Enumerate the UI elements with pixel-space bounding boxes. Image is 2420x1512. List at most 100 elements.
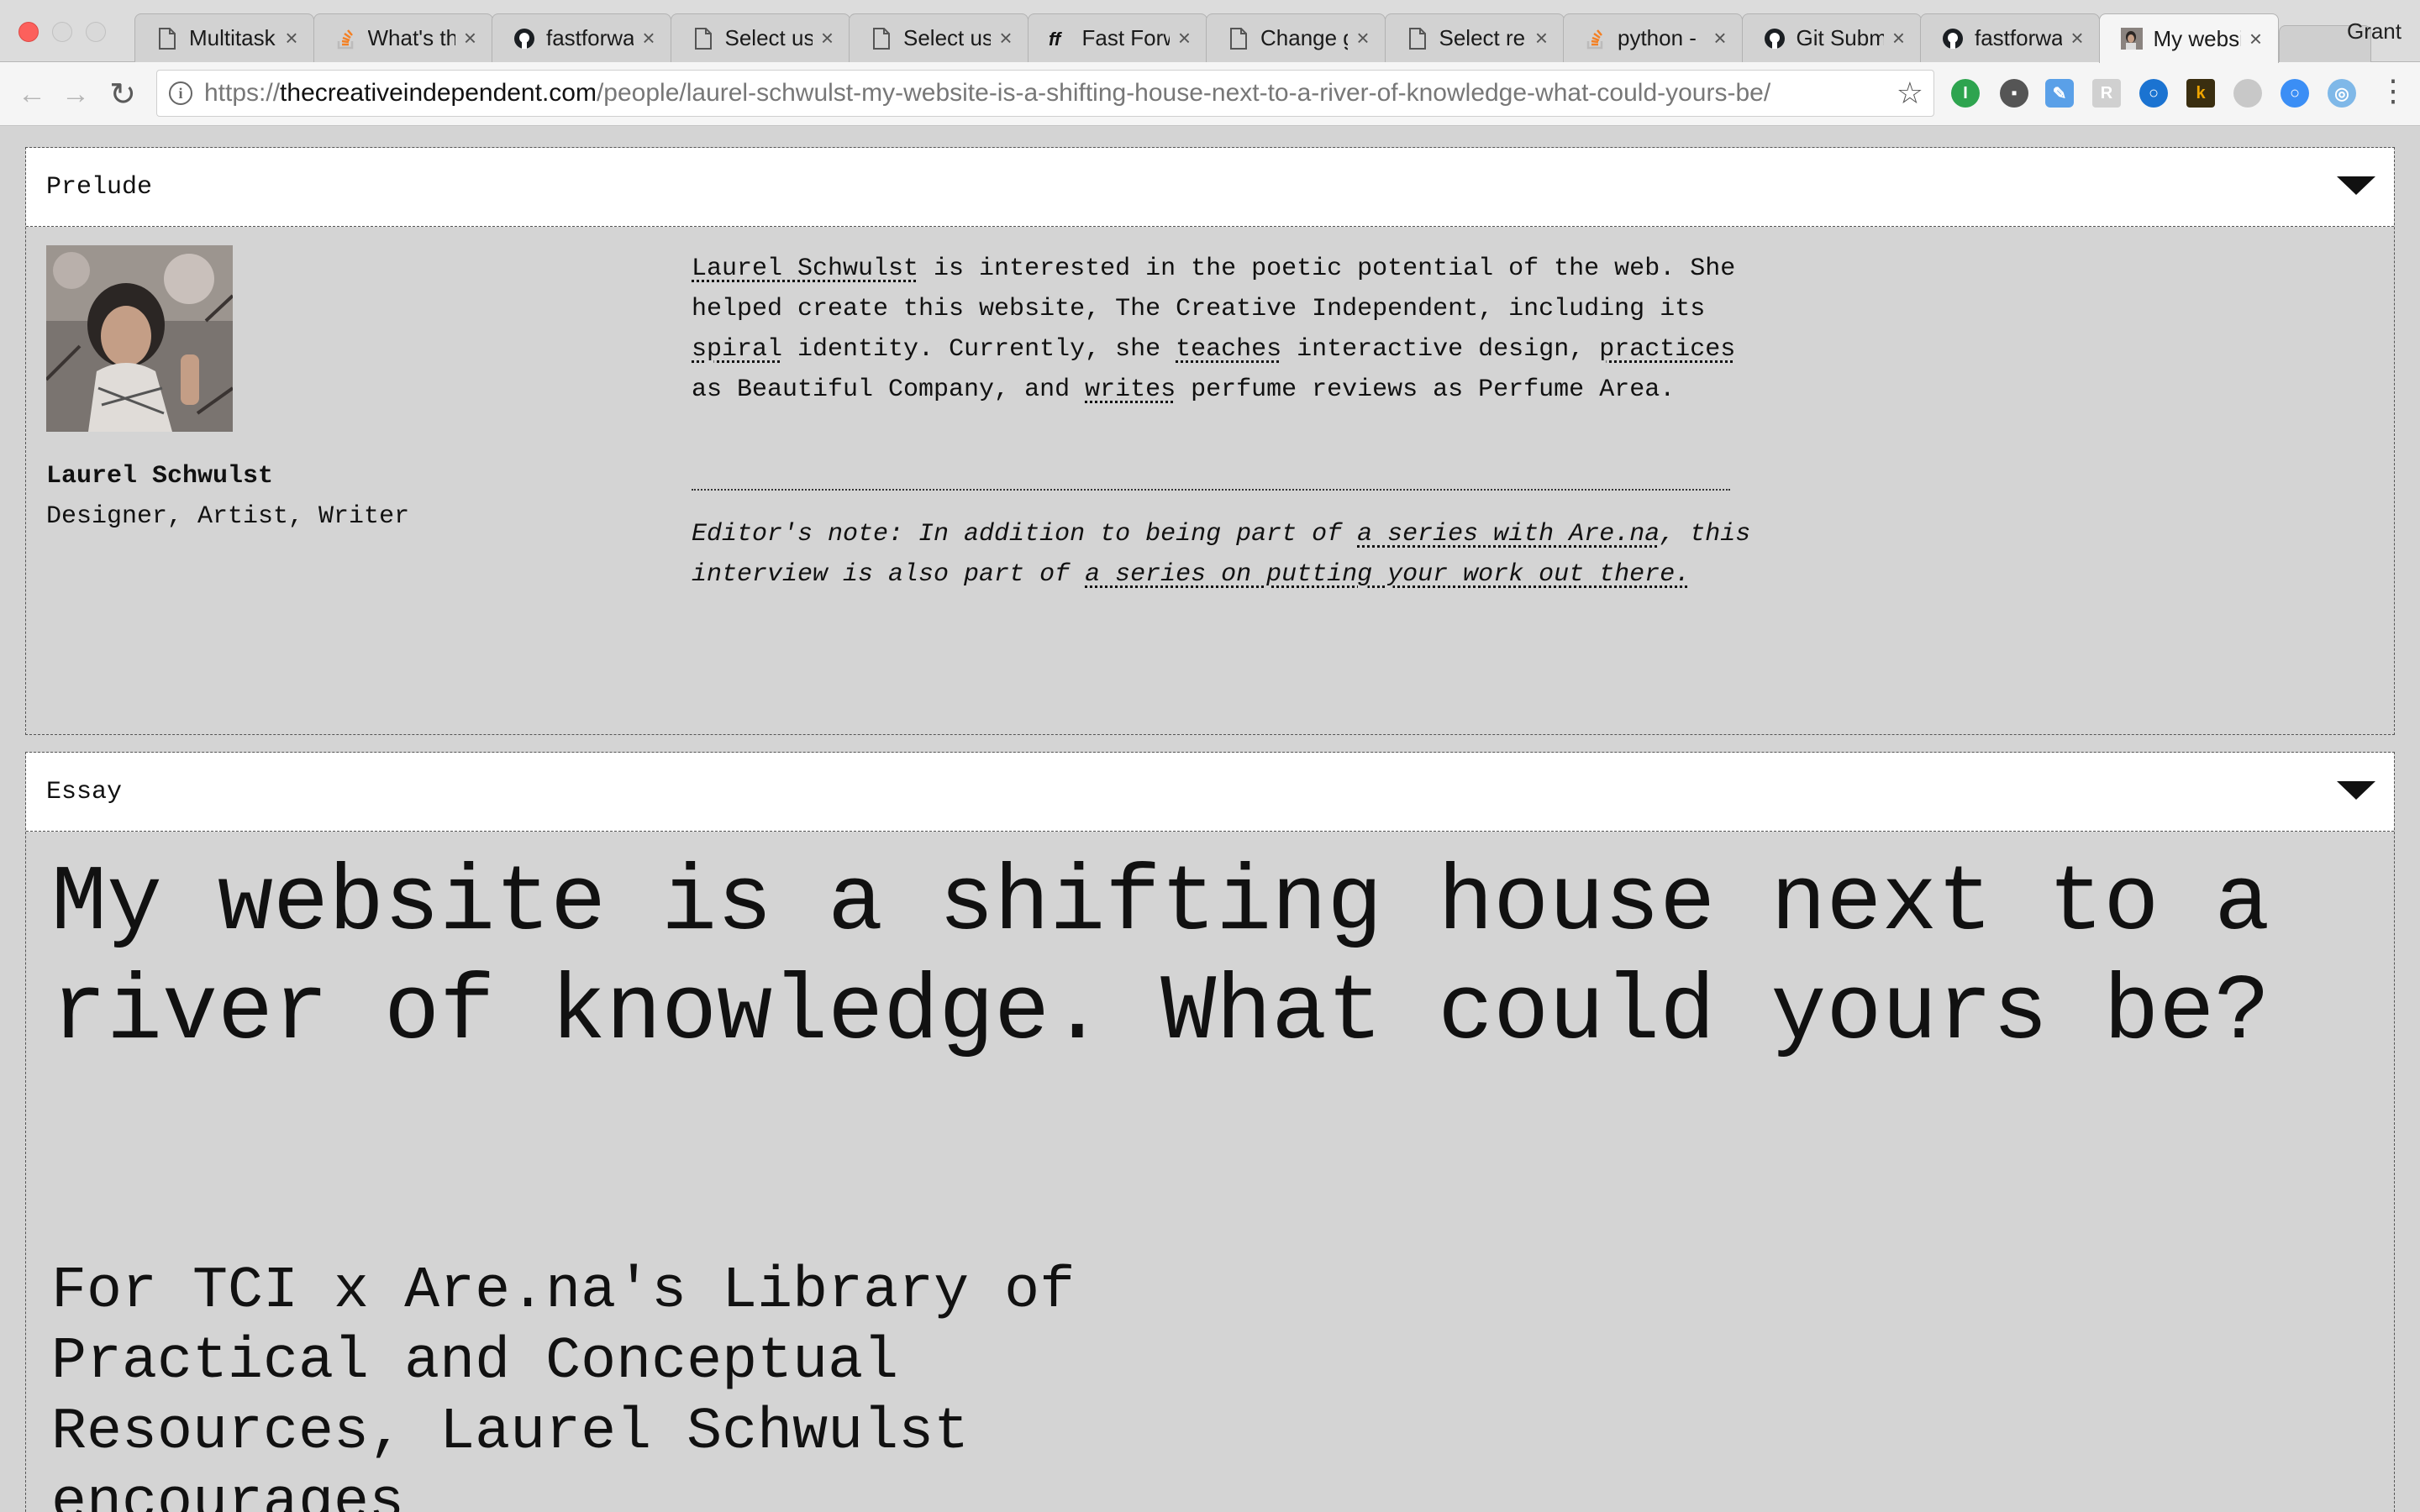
- editors-note: Editor's note: In addition to being part…: [692, 514, 1759, 595]
- tab-label: Select re: [1439, 25, 1526, 50]
- tab-close-icon[interactable]: ×: [2246, 26, 2266, 52]
- zoom-window-button[interactable]: [86, 22, 106, 42]
- svg-text:ff: ff: [1049, 29, 1063, 49]
- bio-text-2: identity. Currently, she: [782, 335, 1176, 364]
- author-name: Laurel Schwulst: [46, 462, 274, 491]
- browser-tab[interactable]: Git Subm ×: [1741, 13, 1922, 62]
- browser-tab[interactable]: python - ×: [1563, 13, 1743, 62]
- extension-ring-icon[interactable]: ◎: [2328, 79, 2356, 108]
- caret-down-icon[interactable]: [2337, 781, 2375, 800]
- extension-circle-icon[interactable]: ○: [2139, 79, 2168, 108]
- author-bio: Laurel Schwulst is interested in the poe…: [692, 249, 1759, 410]
- essay-intro: For TCI x Are.na's Library of Practical …: [51, 1258, 1076, 1512]
- reload-icon: ↻: [109, 76, 136, 113]
- essay-heading: Essay: [46, 777, 123, 806]
- url-domain: thecreativeindependent.com: [280, 79, 597, 107]
- tab-label: My websi: [2153, 25, 2241, 51]
- github-icon: [513, 27, 536, 50]
- prelude-section: Prelude Laurel Schwulst Designer, Artist…: [25, 147, 2395, 735]
- tab-close-icon[interactable]: ×: [1889, 25, 1909, 51]
- tab-close-icon[interactable]: ×: [818, 25, 838, 51]
- extension-pencil-icon[interactable]: ✎: [2045, 79, 2074, 108]
- extension-r-icon[interactable]: R: [2092, 79, 2121, 108]
- extension-camera-icon[interactable]: ▪: [2000, 79, 2028, 108]
- url-scheme: https://: [204, 79, 281, 107]
- browser-tab[interactable]: Select re ×: [1384, 13, 1565, 62]
- bio-text-5: perfume reviews as Perfume Area.: [1176, 375, 1676, 404]
- url-text[interactable]: https://thecreativeindependent.com/peopl…: [204, 79, 1886, 108]
- github-icon: [1941, 27, 1965, 50]
- browser-tab[interactable]: fastforwa ×: [492, 13, 671, 62]
- extension-k-icon[interactable]: k: [2186, 79, 2215, 108]
- bookmark-star-icon[interactable]: ☆: [1897, 76, 1923, 111]
- document-icon: [1227, 27, 1250, 50]
- address-bar[interactable]: i https://thecreativeindependent.com/peo…: [156, 70, 1934, 117]
- close-window-button[interactable]: [18, 22, 39, 42]
- extension-green-icon[interactable]: I: [1951, 79, 1980, 108]
- back-arrow-icon: ←: [18, 77, 46, 110]
- tab-strip: Multitask × What's th × fastforwa × Select us ×…: [0, 0, 2420, 63]
- tab-close-icon[interactable]: ×: [639, 25, 659, 51]
- browser-tab[interactable]: fastforwa ×: [1920, 13, 2100, 62]
- back-button[interactable]: ←: [12, 74, 52, 114]
- document-icon: [692, 27, 715, 50]
- tab-close-icon[interactable]: ×: [2067, 25, 2087, 51]
- prelude-divider: [692, 489, 1730, 491]
- browser-tab[interactable]: Select us ×: [849, 13, 1028, 62]
- browser-tab[interactable]: What's th ×: [313, 13, 493, 62]
- author-name-link[interactable]: Laurel Schwulst: [692, 255, 918, 283]
- stackoverflow-icon: [1584, 27, 1607, 50]
- page-content: Prelude Laurel Schwulst Designer, Artist…: [0, 127, 2420, 1512]
- essay-title: My website is a shifting house next to a…: [51, 852, 2270, 1066]
- forward-button[interactable]: →: [55, 74, 96, 114]
- tab-close-icon[interactable]: ×: [1710, 25, 1730, 51]
- url-path: /people/laurel-schwulst-my-website-is-a-…: [596, 79, 1771, 107]
- tab-label: Change g: [1260, 25, 1348, 50]
- site-info-icon[interactable]: i: [169, 81, 192, 105]
- practices-link[interactable]: practices: [1599, 335, 1735, 364]
- browser-menu-icon[interactable]: ⋮: [2378, 76, 2408, 106]
- extension-shield-icon[interactable]: [2233, 79, 2262, 108]
- series-putting-work-out-link[interactable]: a series on putting your work out there.: [1085, 560, 1690, 589]
- tab-label: fastforwa: [1975, 25, 2062, 50]
- tab-label: Fast Forw: [1081, 25, 1170, 50]
- prelude-heading: Prelude: [46, 172, 153, 202]
- tab-label: What's th: [367, 25, 455, 50]
- tab-label: Git Subm: [1796, 25, 1884, 50]
- series-arena-link[interactable]: a series with Are.na: [1357, 520, 1660, 549]
- bio-text-4: as Beautiful Company, and: [692, 375, 1086, 404]
- tab-close-icon[interactable]: ×: [1175, 25, 1195, 51]
- bio-text-3: interactive design,: [1281, 335, 1600, 364]
- extension-blue-circle-icon[interactable]: ○: [2281, 79, 2309, 108]
- tab-close-icon[interactable]: ×: [1353, 25, 1373, 51]
- browser-tab[interactable]: ff Fast Forw×: [1027, 13, 1207, 62]
- github-icon: [1763, 27, 1786, 50]
- author-portrait: [45, 245, 234, 432]
- tab-close-icon[interactable]: ×: [281, 25, 302, 51]
- browser-tab[interactable]: Multitask ×: [134, 13, 314, 62]
- teaches-link[interactable]: teaches: [1176, 335, 1281, 364]
- ff-logo-icon: ff: [1049, 27, 1072, 50]
- browser-tab[interactable]: Change g ×: [1206, 13, 1386, 62]
- tab-close-icon[interactable]: ×: [1532, 25, 1552, 51]
- tab-close-icon[interactable]: ×: [460, 25, 481, 51]
- browser-tab-active[interactable]: My websi ×: [2098, 13, 2279, 63]
- forward-arrow-icon: →: [61, 77, 90, 110]
- note-text-1: Editor's note: In addition to being part…: [692, 520, 1358, 549]
- tab-close-icon[interactable]: ×: [996, 25, 1016, 51]
- spiral-link[interactable]: spiral: [692, 335, 782, 364]
- writes-link[interactable]: writes: [1085, 375, 1176, 404]
- caret-down-icon[interactable]: [2337, 176, 2375, 195]
- essay-section: Essay My website is a shifting house nex…: [25, 752, 2395, 1512]
- prelude-header[interactable]: Prelude: [26, 148, 2394, 227]
- profile-name[interactable]: Grant: [2347, 18, 2402, 45]
- minimize-window-button[interactable]: [52, 22, 72, 42]
- reload-button[interactable]: ↻: [103, 74, 143, 114]
- portrait-favicon: [2120, 27, 2144, 50]
- tab-label: Multitask: [189, 25, 276, 50]
- essay-header[interactable]: Essay: [26, 753, 2394, 832]
- tab-label: Select us: [724, 25, 813, 50]
- tab-label: fastforwa: [546, 25, 634, 50]
- browser-tab[interactable]: Select us ×: [670, 13, 850, 62]
- document-icon: [870, 27, 893, 50]
